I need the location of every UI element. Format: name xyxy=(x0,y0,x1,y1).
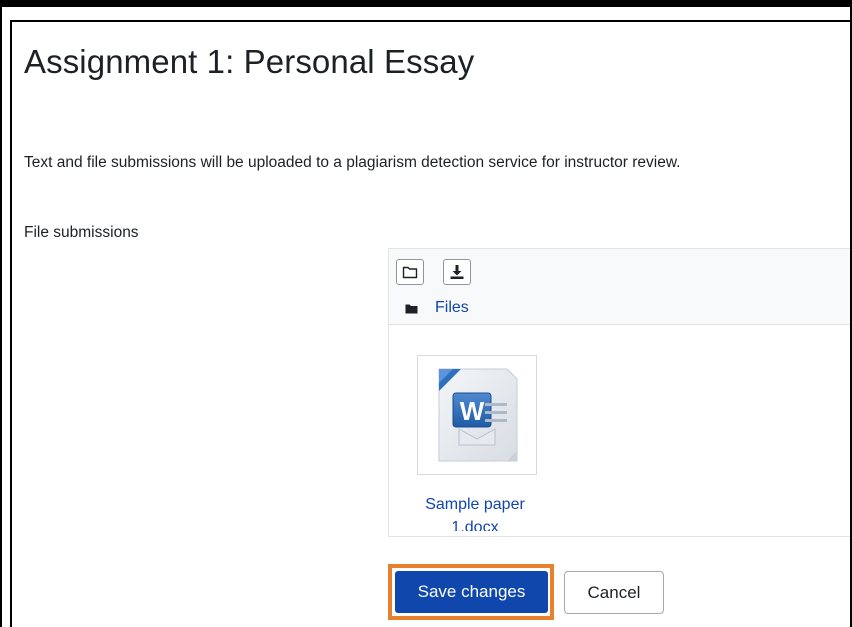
save-changes-button[interactable]: Save changes xyxy=(395,571,548,613)
file-item[interactable]: W Sample paper 1.docx xyxy=(411,353,561,533)
download-all-button[interactable] xyxy=(443,259,471,285)
file-submissions-label: File submissions xyxy=(24,224,139,241)
folder-outline-icon xyxy=(402,266,418,279)
file-name[interactable]: Sample paper 1.docx xyxy=(411,493,539,531)
download-icon xyxy=(450,265,464,279)
file-manager: Files W Sample paper 1.docx xyxy=(388,248,850,537)
file-manager-toolbar: Files xyxy=(389,249,850,325)
files-path-link[interactable]: Files xyxy=(405,299,469,317)
file-name-line1: Sample paper xyxy=(425,496,525,513)
page-frame: Assignment 1: Personal Essay Text and fi… xyxy=(0,0,852,627)
file-thumbnail: W xyxy=(417,355,537,475)
word-document-icon: W xyxy=(438,368,518,462)
folder-icon xyxy=(405,303,418,314)
create-folder-button[interactable] xyxy=(396,259,424,285)
files-path-label: Files xyxy=(435,299,469,316)
file-name-line2: 1.docx xyxy=(451,519,499,531)
page-title: Assignment 1: Personal Essay xyxy=(24,43,475,80)
plagiarism-notice: Text and file submissions will be upload… xyxy=(24,154,681,171)
cancel-button[interactable]: Cancel xyxy=(564,571,664,614)
svg-text:W: W xyxy=(460,396,485,426)
